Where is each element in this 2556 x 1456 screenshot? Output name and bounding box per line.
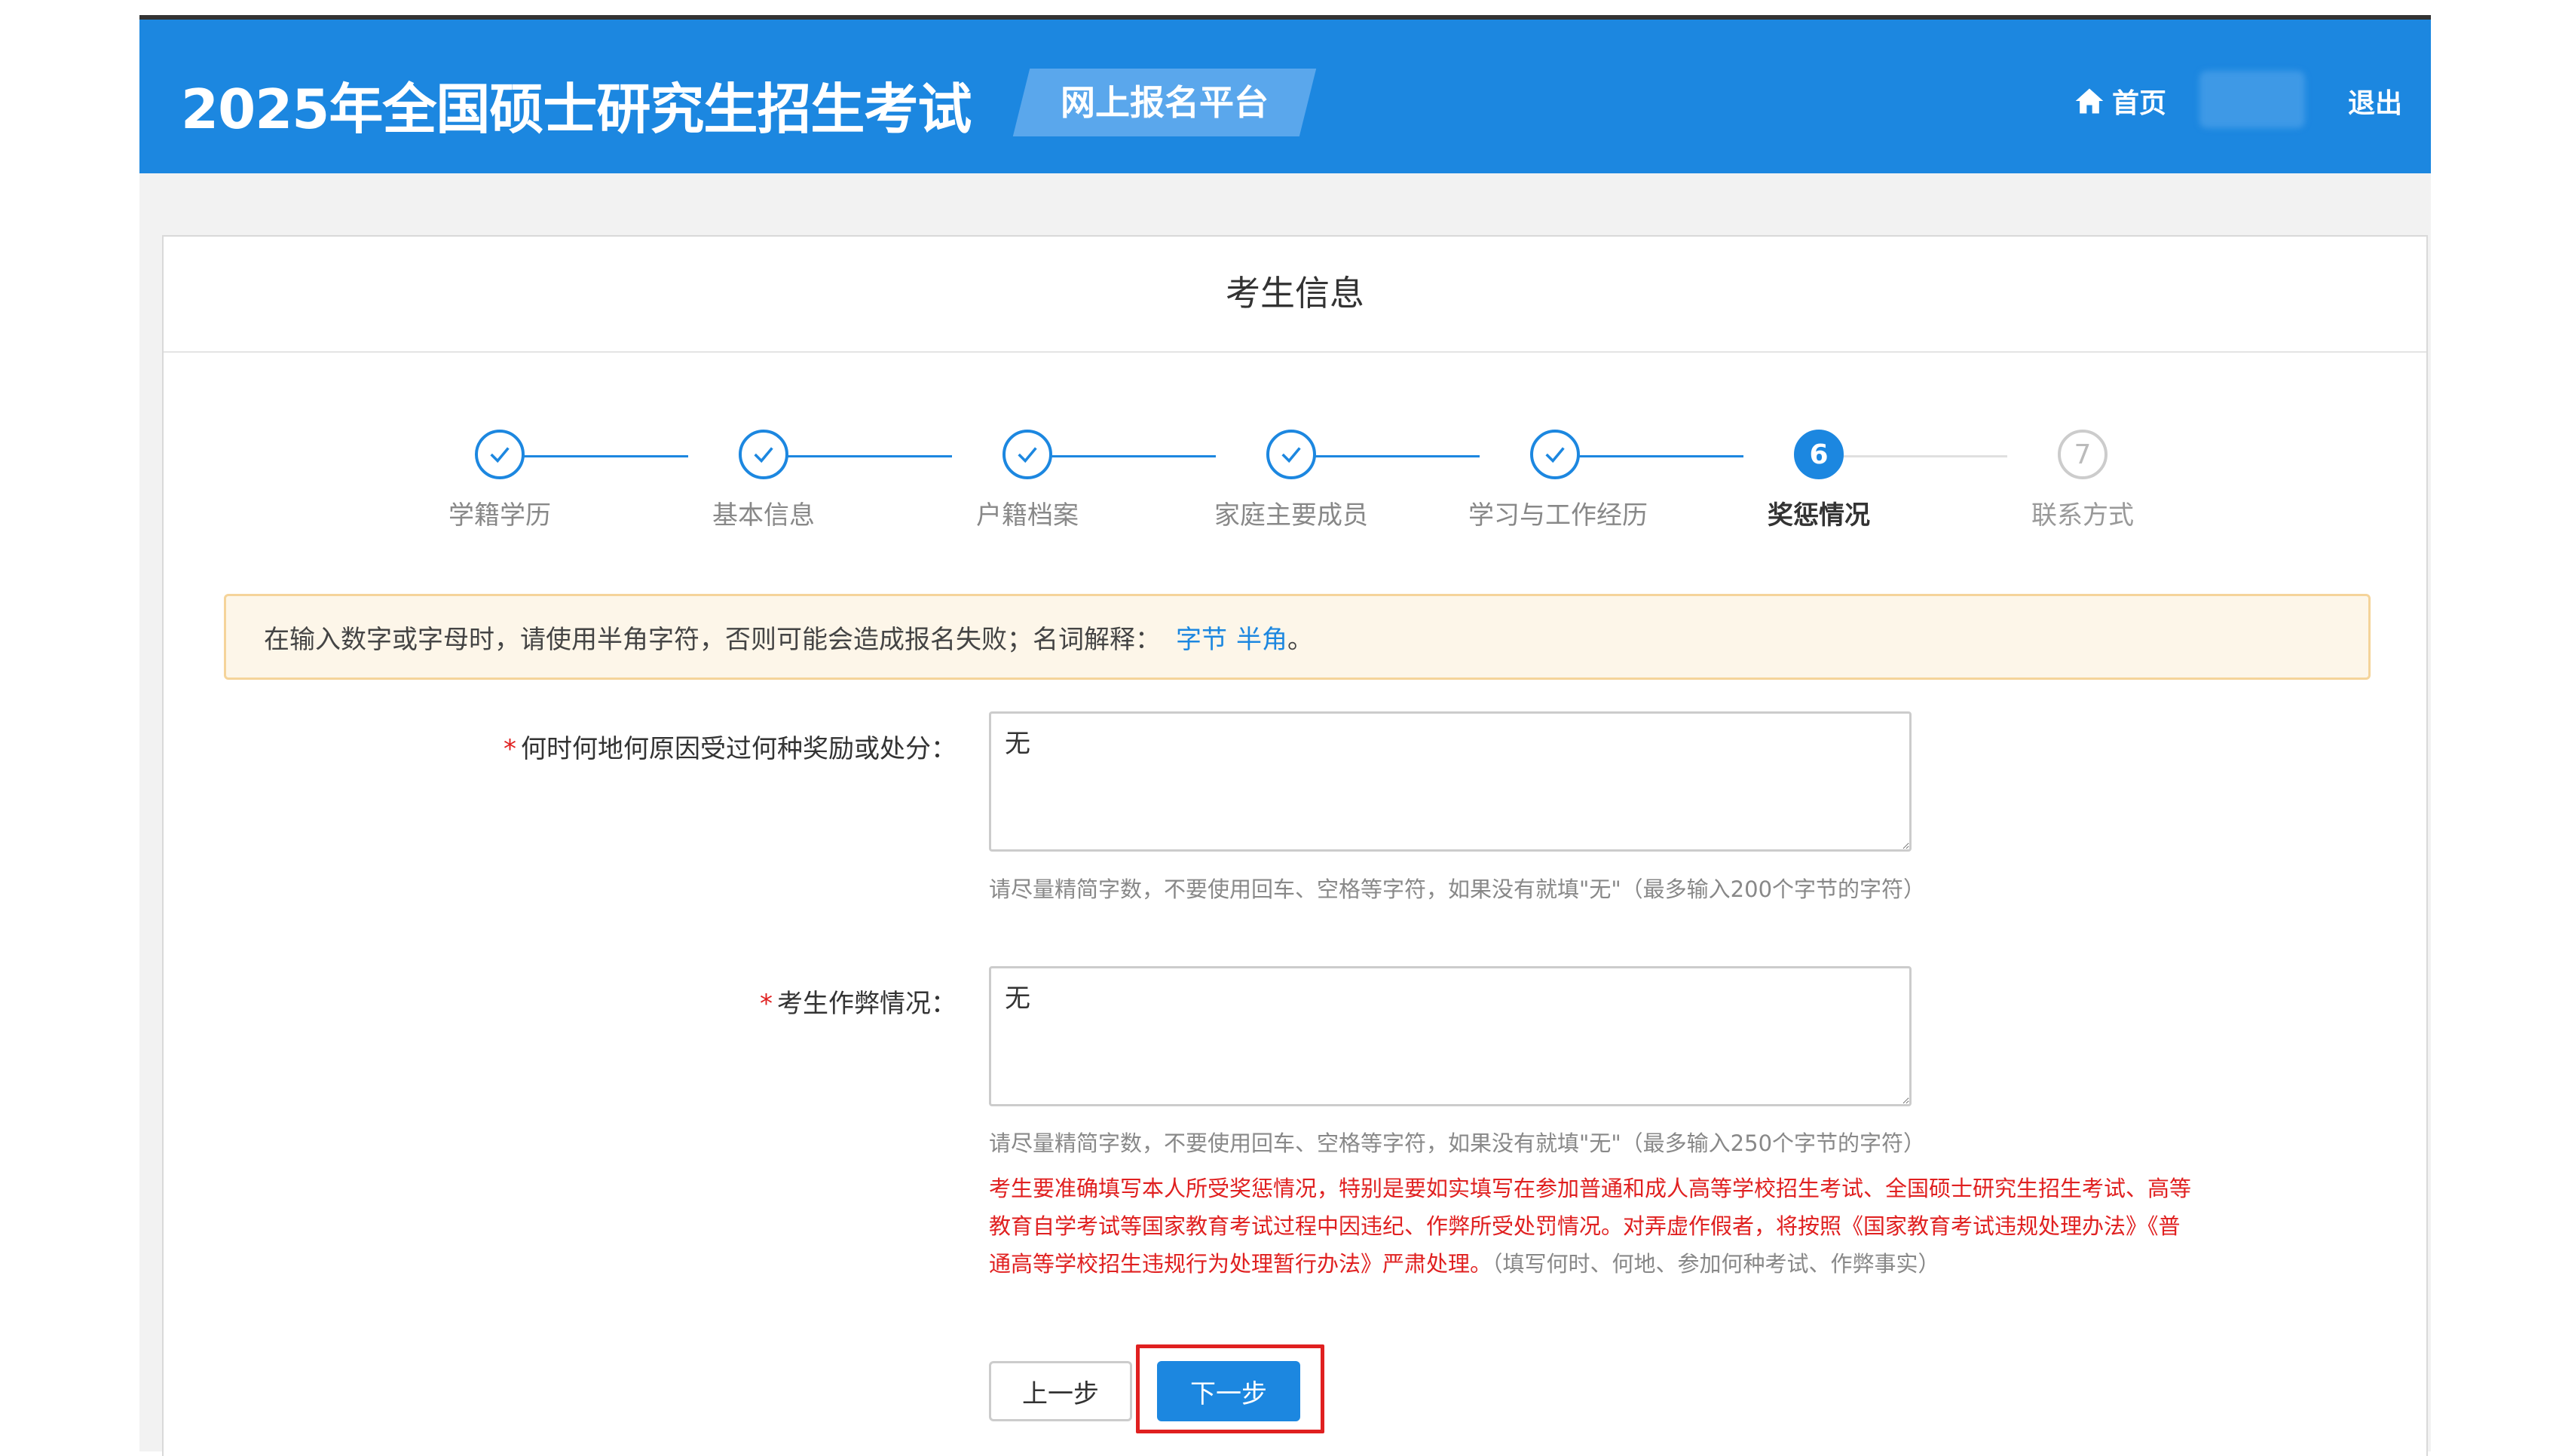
- integrity-warning: 考生要准确填写本人所受奖惩情况，特别是要如实填写在参加普通和成人高等学校招生考试…: [989, 1170, 2195, 1283]
- required-mark: *: [504, 734, 516, 764]
- warning-note: （填写何时、何地、参加何种考试、作弊事实）: [1492, 1251, 1940, 1277]
- home-icon: [2075, 88, 2104, 114]
- step-label: 联系方式: [2031, 500, 2134, 531]
- step-7[interactable]: 7 联系方式: [1996, 430, 2169, 531]
- notice-text: 在输入数字或字母时，请使用半角字符，否则可能会造成报名失败；名词解释：: [264, 624, 1161, 655]
- header-bar: 2025年全国硕士研究生招生考试 网上报名平台 首页 退出: [139, 20, 2431, 173]
- step-2[interactable]: 基本信息: [677, 430, 850, 531]
- step-label: 户籍档案: [976, 500, 1079, 531]
- reward-hint: 请尽量精简字数，不要使用回车、空格等字符，如果没有就填"无"（最多输入200个字…: [989, 876, 1926, 902]
- notice-suffix: 。: [1287, 624, 1313, 655]
- step-5[interactable]: 学习与工作经历: [1468, 430, 1648, 531]
- check-icon: [739, 430, 788, 479]
- app-window: 2025年全国硕士研究生招生考试 网上报名平台 首页 退出 考生信息 学籍学历: [139, 15, 2431, 1456]
- reward-label: * 何时何地何原因受过何种奖励或处分：: [504, 734, 957, 764]
- halfwidth-link[interactable]: 半角: [1236, 619, 1287, 656]
- cheat-textarea[interactable]: [989, 966, 1912, 1106]
- check-icon: [1530, 430, 1580, 479]
- platform-badge: 网上报名平台: [1012, 69, 1317, 136]
- home-label: 首页: [2112, 88, 2167, 119]
- next-step-button[interactable]: 下一步: [1157, 1361, 1300, 1421]
- cheat-label: * 考生作弊情况：: [760, 989, 957, 1019]
- cheat-hint: 请尽量精简字数，不要使用回车、空格等字符，如果没有就填"无"（最多输入250个字…: [989, 1130, 1926, 1156]
- step-4[interactable]: 家庭主要成员: [1205, 430, 1378, 531]
- step-6[interactable]: 6 奖惩情况: [1732, 430, 1906, 531]
- step-label: 学籍学历: [448, 500, 551, 531]
- step-number: 6: [1794, 430, 1844, 479]
- card-title: 考生信息: [164, 237, 2426, 353]
- logout-link[interactable]: 退出: [2348, 81, 2402, 121]
- step-label: 学习与工作经历: [1468, 500, 1648, 531]
- step-number: 7: [2058, 430, 2108, 479]
- step-3[interactable]: 户籍档案: [941, 430, 1114, 531]
- prev-step-button[interactable]: 上一步: [989, 1361, 1132, 1421]
- step-label: 奖惩情况: [1768, 500, 1870, 531]
- step-label: 基本信息: [712, 500, 815, 531]
- step-1[interactable]: 学籍学历: [413, 430, 586, 531]
- home-link[interactable]: 首页: [2073, 78, 2166, 124]
- byte-link[interactable]: 字节: [1176, 619, 1227, 656]
- reward-textarea[interactable]: [989, 711, 1912, 852]
- check-icon: [1266, 430, 1316, 479]
- required-mark: *: [760, 989, 773, 1019]
- candidate-info-card: 考生信息 学籍学历 基本信息 户籍档案 家庭主要成员 学习与工作经历 6 奖惩情…: [162, 235, 2428, 1456]
- exam-title: 2025年全国硕士研究生招生考试: [181, 78, 972, 141]
- username-redacted: [2199, 71, 2305, 128]
- platform-label: 网上报名平台: [1061, 82, 1269, 123]
- halfwidth-notice: 在输入数字或字母时，请使用半角字符，否则可能会造成报名失败；名词解释： 字节 半…: [224, 594, 2371, 680]
- step-label: 家庭主要成员: [1214, 500, 1368, 531]
- check-icon: [1003, 430, 1052, 479]
- check-icon: [475, 430, 525, 479]
